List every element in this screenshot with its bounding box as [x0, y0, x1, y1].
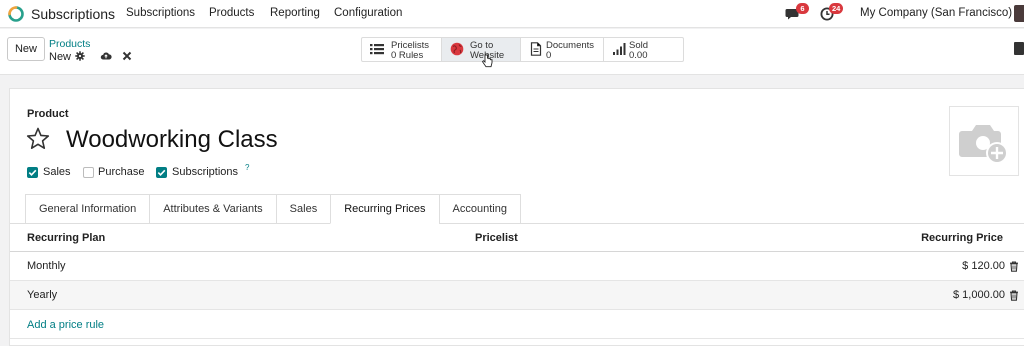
activities-badge: 24 [829, 3, 844, 14]
chatter-toggle-icon[interactable] [1014, 42, 1024, 55]
favorite-star-icon[interactable] [25, 126, 51, 152]
user-avatar[interactable] [1014, 5, 1024, 22]
sold-button[interactable]: Sold 0.00 [604, 38, 683, 61]
sales-checkbox-label: Sales [43, 166, 71, 178]
menu-reporting[interactable]: Reporting [270, 7, 320, 19]
subscriptions-app-icon[interactable] [8, 6, 24, 22]
plan-cell: Yearly [27, 289, 58, 301]
plan-cell: Monthly [27, 260, 66, 272]
company-switcher[interactable]: My Company (San Francisco) [860, 7, 1012, 19]
tab-accounting[interactable]: Accounting [438, 194, 521, 224]
documents-button[interactable]: Documents 0 [521, 38, 604, 61]
pricelists-value: 0 Rules [391, 50, 424, 61]
camera-add-icon [959, 125, 1008, 164]
add-price-rule-link[interactable]: Add a price rule [27, 319, 104, 331]
mouse-pointer-icon [481, 54, 493, 68]
table-row[interactable]: Monthly $ 120.00 [10, 252, 1024, 281]
subscriptions-checkbox-label: Subscriptions [172, 166, 239, 178]
menu-products[interactable]: Products [209, 7, 254, 19]
trash-icon[interactable] [1009, 261, 1019, 272]
messages-badge: 6 [796, 3, 809, 14]
breadcrumb-current: New [49, 51, 72, 63]
tab-sales[interactable]: Sales [275, 194, 331, 224]
tab-recurring-prices[interactable]: Recurring Prices [330, 194, 439, 224]
tab-general-information[interactable]: General Information [25, 194, 150, 224]
top-navbar: Subscriptions Subscriptions Products Rep… [0, 0, 1024, 28]
discard-icon[interactable] [122, 51, 132, 61]
pricelists-button[interactable]: Pricelists 0 Rules [362, 38, 442, 61]
list-icon [370, 44, 384, 55]
breadcrumb-products[interactable]: Products [49, 38, 90, 50]
tab-attributes-variants[interactable]: Attributes & Variants [149, 194, 276, 224]
documents-label: Documents [546, 40, 595, 51]
price-cell: $ 1,000.00 [953, 289, 1005, 301]
new-button[interactable]: New [7, 37, 45, 61]
column-header-pricelist[interactable]: Pricelist [475, 232, 518, 244]
table-row[interactable]: Yearly $ 1,000.00 [10, 281, 1024, 310]
purchase-checkbox[interactable] [83, 167, 94, 178]
documents-value: 0 [546, 50, 552, 61]
subscriptions-help-tooltip[interactable]: ? [245, 163, 249, 172]
signal-icon [613, 43, 626, 55]
menu-subscriptions[interactable]: Subscriptions [126, 7, 195, 19]
app-title[interactable]: Subscriptions [31, 6, 115, 22]
smart-buttons: Pricelists 0 Rules Go to Website Documen… [361, 37, 684, 62]
column-header-plan[interactable]: Recurring Plan [27, 232, 105, 244]
table-bottom-divider [10, 338, 1024, 339]
subscriptions-checkbox[interactable] [156, 167, 167, 178]
check-icon [28, 169, 37, 176]
sold-value: 0.00 [629, 50, 648, 61]
notebook-tabs: General Information Attributes & Variant… [25, 194, 521, 224]
globe-icon [450, 42, 464, 56]
trash-icon[interactable] [1009, 290, 1019, 301]
purchase-checkbox-label: Purchase [98, 166, 145, 178]
save-cloud-icon[interactable] [100, 50, 112, 62]
product-image-upload[interactable] [949, 106, 1019, 176]
sales-checkbox[interactable] [27, 167, 38, 178]
check-icon [157, 169, 166, 176]
product-label: Product [27, 108, 69, 120]
gear-icon[interactable] [75, 51, 85, 61]
column-header-price[interactable]: Recurring Price [921, 232, 1003, 244]
control-panel: New Products New Pricelists 0 Rules Go t… [0, 29, 1024, 75]
price-cell: $ 120.00 [962, 260, 1005, 272]
product-name-field[interactable]: Woodworking Class [66, 126, 278, 154]
form-sheet: Product Woodworking Class Sales Purchase… [9, 88, 1024, 346]
menu-configuration[interactable]: Configuration [334, 7, 402, 19]
document-icon [530, 42, 542, 56]
